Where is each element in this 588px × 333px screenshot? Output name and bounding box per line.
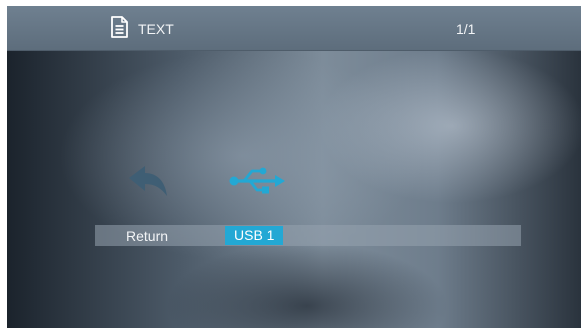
device-label-bar: Return USB 1 [95,225,521,246]
header-bar: TEXT 1/1 [7,6,581,51]
file-browser-screen: TEXT 1/1 Return USB 1 [7,6,581,328]
return-label[interactable]: Return [126,228,168,244]
usb-1-label[interactable]: USB 1 [225,226,284,245]
document-icon [111,16,128,38]
usb-icon[interactable] [228,166,288,196]
page-title: TEXT [138,21,174,37]
page-indicator: 1/1 [456,21,476,37]
return-arrow-icon[interactable] [127,164,169,198]
